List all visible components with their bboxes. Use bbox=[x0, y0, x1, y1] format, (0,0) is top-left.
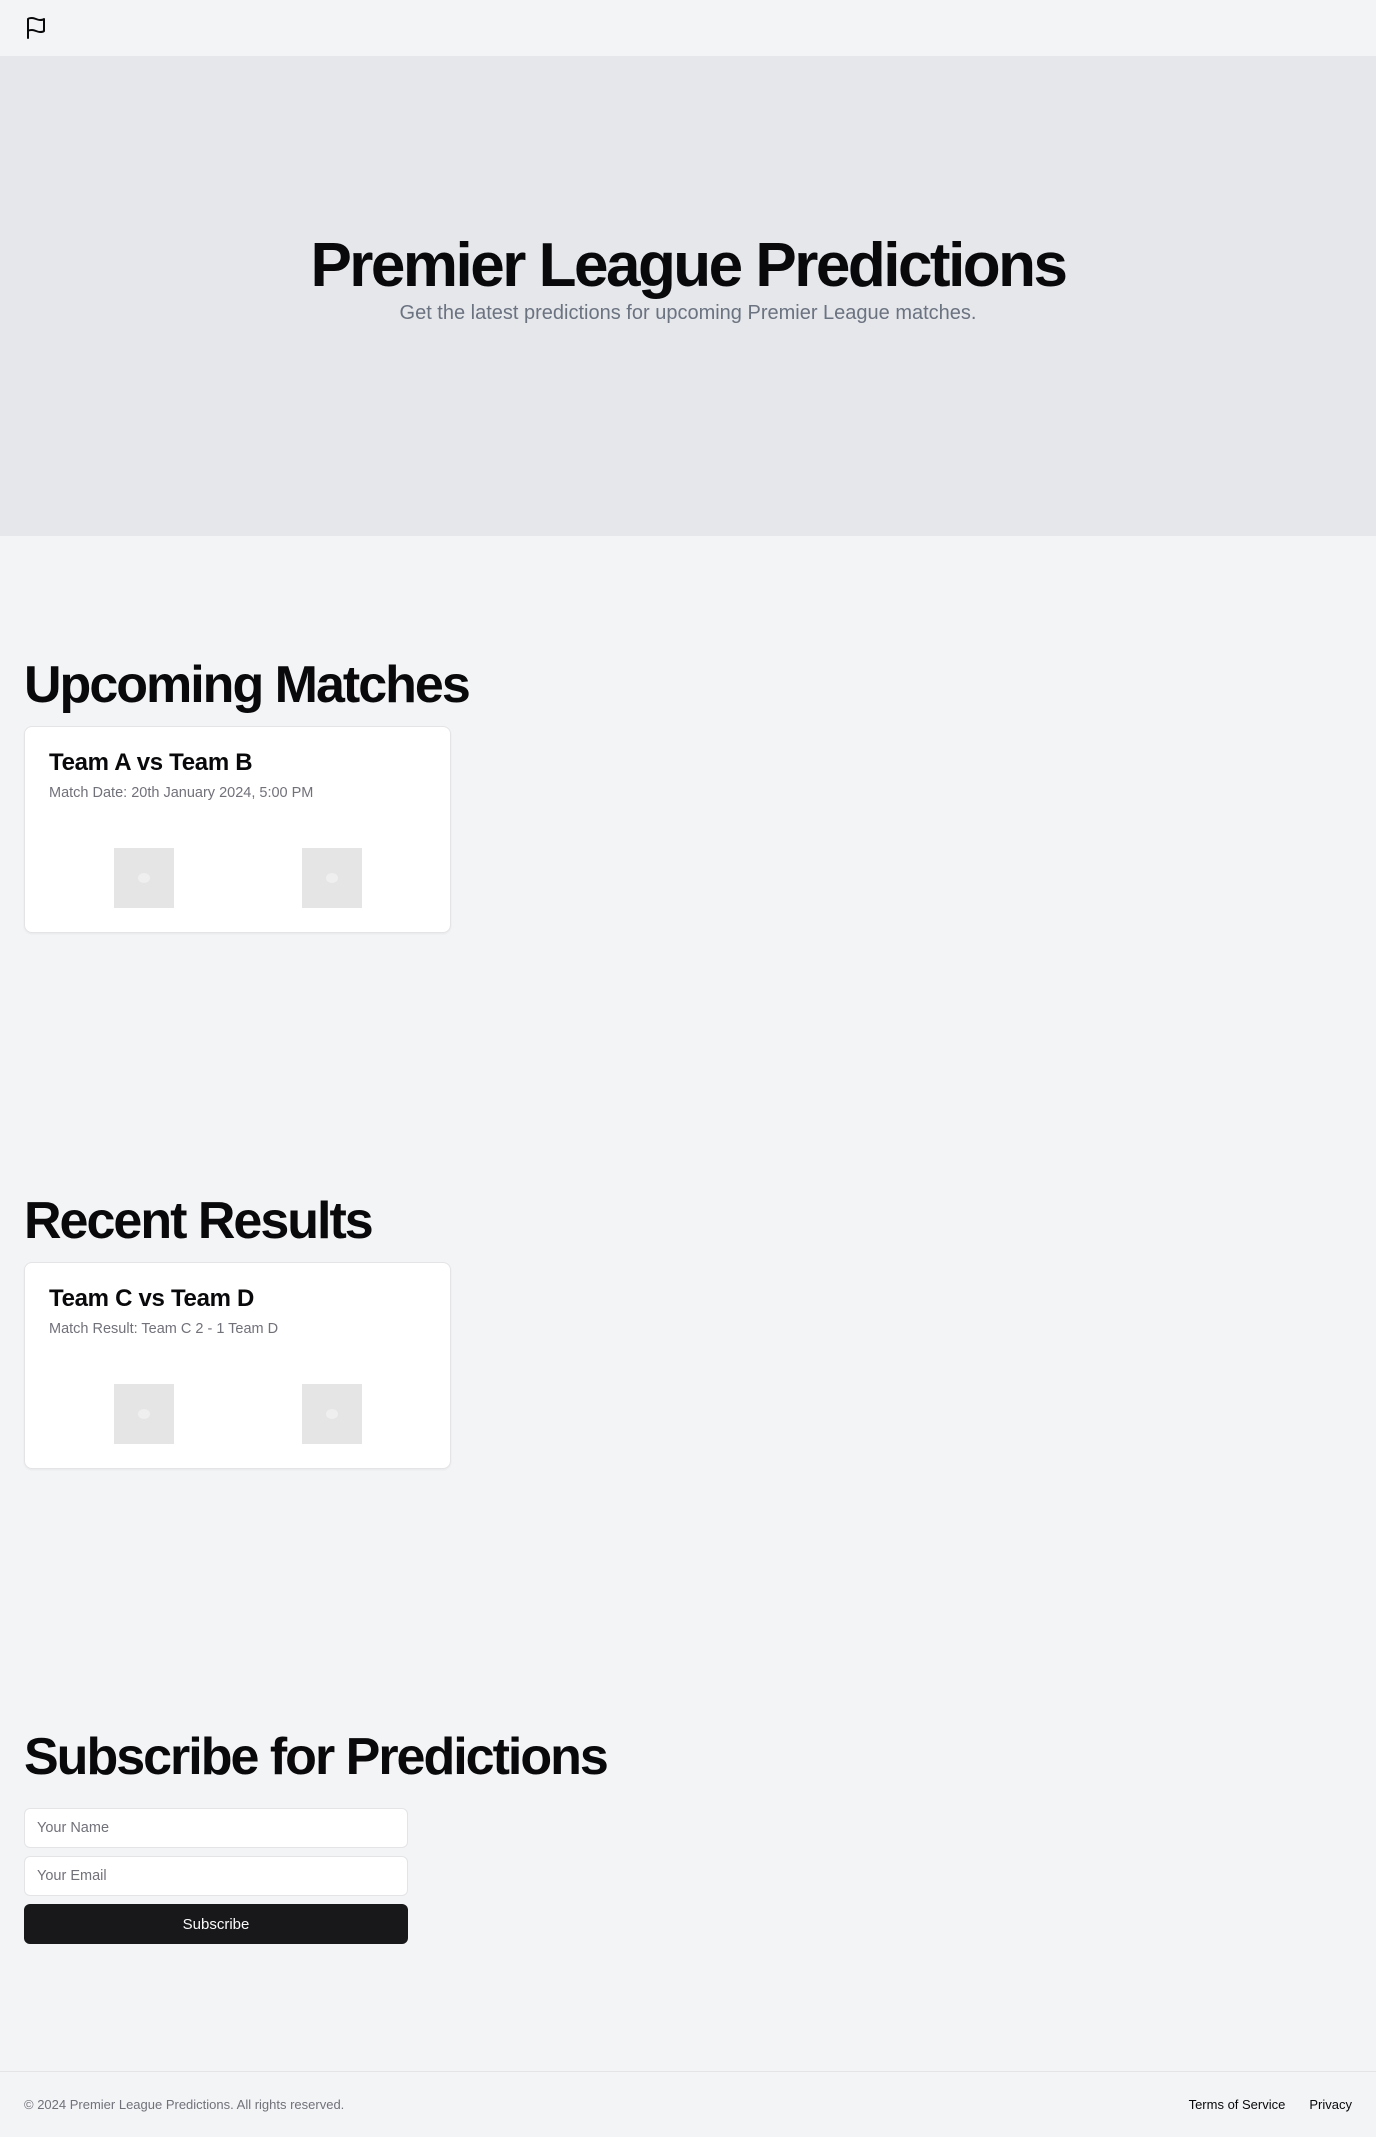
team-logo-away bbox=[301, 1384, 362, 1445]
team-logo-away bbox=[301, 848, 362, 909]
section-title: Subscribe for Predictions bbox=[24, 1728, 609, 1786]
page: Premier League Predictions Get the lates… bbox=[0, 0, 1376, 2137]
subscribe-button[interactable]: Subscribe bbox=[24, 1904, 408, 1945]
subscribe-form: Subscribe bbox=[24, 1808, 408, 1945]
section-title: Upcoming Matches bbox=[24, 656, 471, 714]
flag-icon bbox=[27, 17, 45, 39]
match-title: Team C vs Team D bbox=[49, 1285, 255, 1313]
team-logos bbox=[25, 1384, 450, 1445]
section-title: Recent Results bbox=[24, 1192, 374, 1250]
hero-title: Premier League Predictions bbox=[310, 230, 1068, 300]
privacy-link[interactable]: Privacy bbox=[1309, 2097, 1352, 2112]
recent-results-section: Recent Results Team C vs Team D Match Re… bbox=[24, 1192, 451, 1470]
footer-links: Terms of Service Privacy bbox=[1189, 2097, 1352, 2112]
team-logo-home bbox=[113, 1384, 174, 1445]
team-logos bbox=[25, 848, 450, 909]
copyright-text: © 2024 Premier League Predictions. All r… bbox=[24, 2097, 345, 2112]
hero-section: Premier League Predictions Get the lates… bbox=[0, 56, 1376, 536]
match-result: Match Result: Team C 2 - 1 Team D bbox=[49, 1321, 279, 1338]
match-date: Match Date: 20th January 2024, 5:00 PM bbox=[49, 785, 314, 802]
team-logo-home bbox=[113, 848, 174, 909]
match-card: Team A vs Team B Match Date: 20th Januar… bbox=[24, 726, 451, 934]
name-input[interactable] bbox=[24, 1808, 408, 1849]
result-card: Team C vs Team D Match Result: Team C 2 … bbox=[24, 1262, 451, 1470]
home-link[interactable] bbox=[24, 16, 48, 40]
subscribe-section: Subscribe for Predictions Subscribe bbox=[24, 1728, 609, 1945]
upcoming-matches-section: Upcoming Matches Team A vs Team B Match … bbox=[24, 656, 471, 934]
image-placeholder-icon bbox=[137, 1409, 150, 1420]
image-placeholder-icon bbox=[325, 873, 338, 884]
match-title: Team A vs Team B bbox=[49, 749, 253, 777]
top-navbar bbox=[0, 0, 1376, 56]
footer: © 2024 Premier League Predictions. All r… bbox=[0, 2071, 1376, 2137]
image-placeholder-icon bbox=[325, 1409, 338, 1420]
terms-link[interactable]: Terms of Service bbox=[1189, 2097, 1286, 2112]
hero-subtitle: Get the latest predictions for upcoming … bbox=[399, 302, 977, 325]
email-input[interactable] bbox=[24, 1856, 408, 1897]
image-placeholder-icon bbox=[137, 873, 150, 884]
